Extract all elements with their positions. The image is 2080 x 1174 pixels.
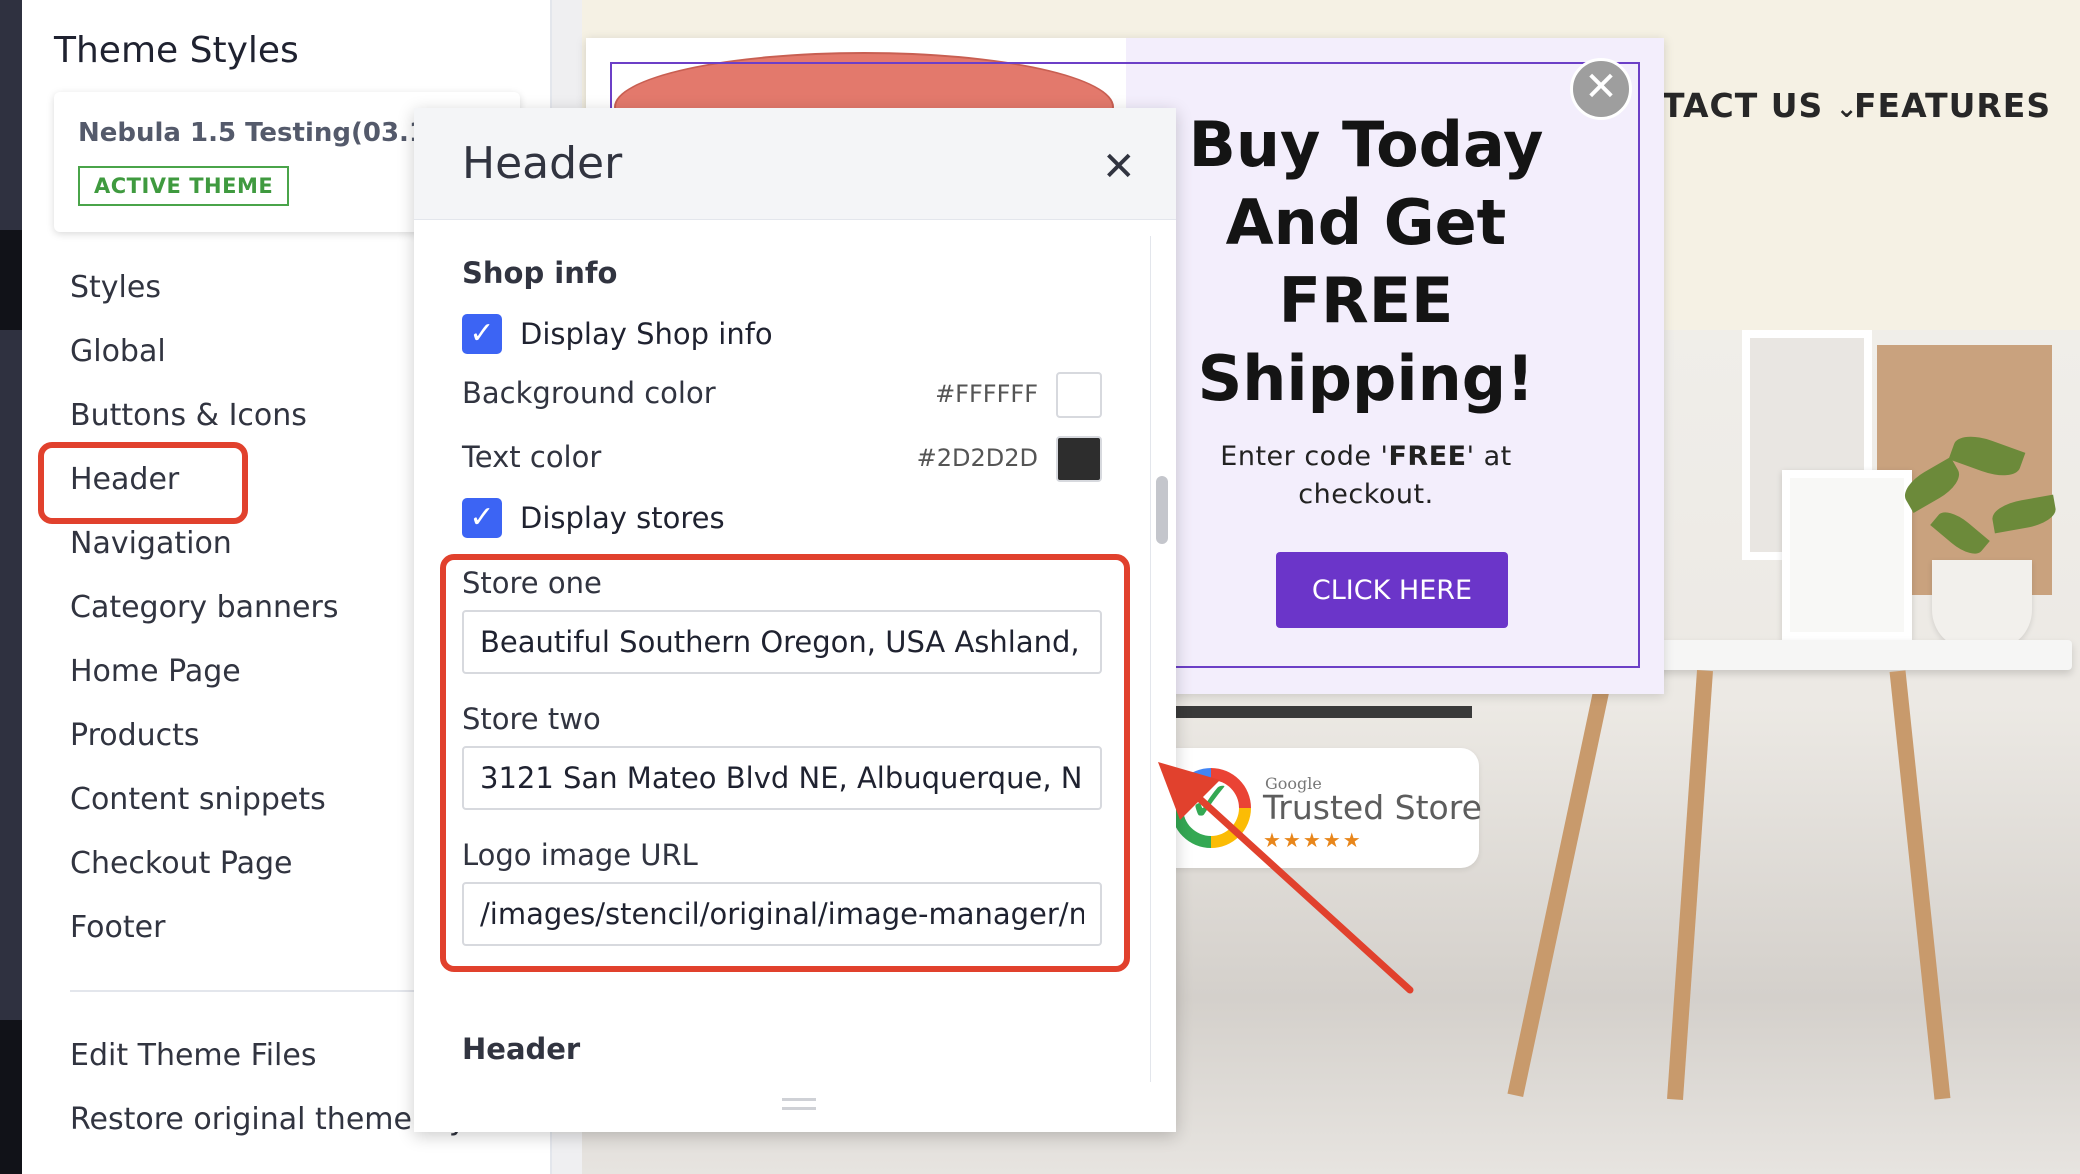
scrollbar-thumb[interactable] bbox=[1156, 476, 1168, 544]
logo-url-input[interactable] bbox=[462, 882, 1102, 946]
display-stores-row[interactable]: ✓ Display stores bbox=[462, 498, 725, 538]
store-one-input[interactable] bbox=[462, 610, 1102, 674]
sidebar-item-buttons-icons[interactable]: Buttons & Icons bbox=[70, 398, 307, 433]
sidebar-item-restore-theme-styles[interactable]: Restore original theme sty bbox=[70, 1102, 467, 1137]
popup-code: FREE bbox=[1388, 441, 1467, 472]
left-rail bbox=[0, 0, 30, 1174]
plant-pot-image bbox=[1932, 560, 2032, 650]
sidebar-item-header[interactable]: Header bbox=[70, 462, 179, 497]
section-header: Header bbox=[462, 1032, 581, 1066]
panel-title: Header bbox=[462, 138, 623, 189]
sidebar-item-checkout-page[interactable]: Checkout Page bbox=[70, 846, 293, 881]
checkbox-checked-icon[interactable]: ✓ bbox=[462, 314, 502, 354]
text-color-swatch[interactable] bbox=[1056, 436, 1102, 482]
display-shop-info-row[interactable]: ✓ Display Shop info bbox=[462, 314, 773, 354]
section-shop-info: Shop info bbox=[462, 256, 618, 290]
nav-contact-label: TACT US bbox=[1662, 86, 1824, 125]
header-settings-panel: Header ✕ Shop info ✓ Display Shop info B… bbox=[414, 108, 1176, 1132]
text-color-label: Text color bbox=[462, 440, 602, 474]
text-color-row: Text color #2D2D2D bbox=[462, 436, 1102, 482]
text-color-hex: #2D2D2D bbox=[916, 444, 1038, 472]
sidebar-item-category-banners[interactable]: Category banners bbox=[70, 590, 338, 625]
sidebar-item-products[interactable]: Products bbox=[70, 718, 200, 753]
popup-subtext: Enter code 'FREE' at checkout. bbox=[1156, 438, 1576, 514]
popup-sub-prefix: Enter code ' bbox=[1220, 441, 1389, 472]
click-here-button[interactable]: CLICK HERE bbox=[1276, 552, 1508, 628]
resize-handle-icon[interactable] bbox=[782, 1098, 816, 1110]
store-one-label: Store one bbox=[462, 566, 602, 600]
active-theme-badge: ACTIVE THEME bbox=[78, 166, 290, 206]
store-two-label: Store two bbox=[462, 702, 601, 736]
popup-close-icon[interactable]: ✕ bbox=[1570, 58, 1632, 120]
sidebar-item-navigation[interactable]: Navigation bbox=[70, 526, 232, 561]
sidebar-item-global[interactable]: Global bbox=[70, 334, 166, 369]
background-color-row: Background color #FFFFFF bbox=[462, 372, 1102, 418]
background-color-label: Background color bbox=[462, 376, 716, 410]
sidebar-item-styles[interactable]: Styles bbox=[70, 270, 161, 305]
display-stores-label: Display stores bbox=[520, 501, 725, 535]
nav-contact-us[interactable]: TACT US ⌄ bbox=[1662, 86, 1859, 125]
store-two-input[interactable] bbox=[462, 746, 1102, 810]
background-color-swatch[interactable] bbox=[1056, 372, 1102, 418]
nav-features[interactable]: FEATURES bbox=[1854, 86, 2051, 125]
photo-frame-image bbox=[1782, 470, 1912, 640]
sidebar-title: Theme Styles bbox=[54, 30, 299, 71]
sidebar-item-content-snippets[interactable]: Content snippets bbox=[70, 782, 326, 817]
annotation-arrow bbox=[1158, 762, 1414, 994]
sidebar-item-footer[interactable]: Footer bbox=[70, 910, 165, 945]
close-icon[interactable]: ✕ bbox=[1102, 144, 1136, 190]
display-shop-info-label: Display Shop info bbox=[520, 317, 773, 351]
sidebar-item-home-page[interactable]: Home Page bbox=[70, 654, 241, 689]
background-color-hex: #FFFFFF bbox=[935, 380, 1038, 408]
popup-headline: Buy Today And Get FREE Shipping! bbox=[1188, 108, 1544, 415]
checkbox-checked-icon[interactable]: ✓ bbox=[462, 498, 502, 538]
sidebar-item-edit-theme-files[interactable]: Edit Theme Files bbox=[70, 1038, 316, 1073]
logo-url-label: Logo image URL bbox=[462, 838, 698, 872]
